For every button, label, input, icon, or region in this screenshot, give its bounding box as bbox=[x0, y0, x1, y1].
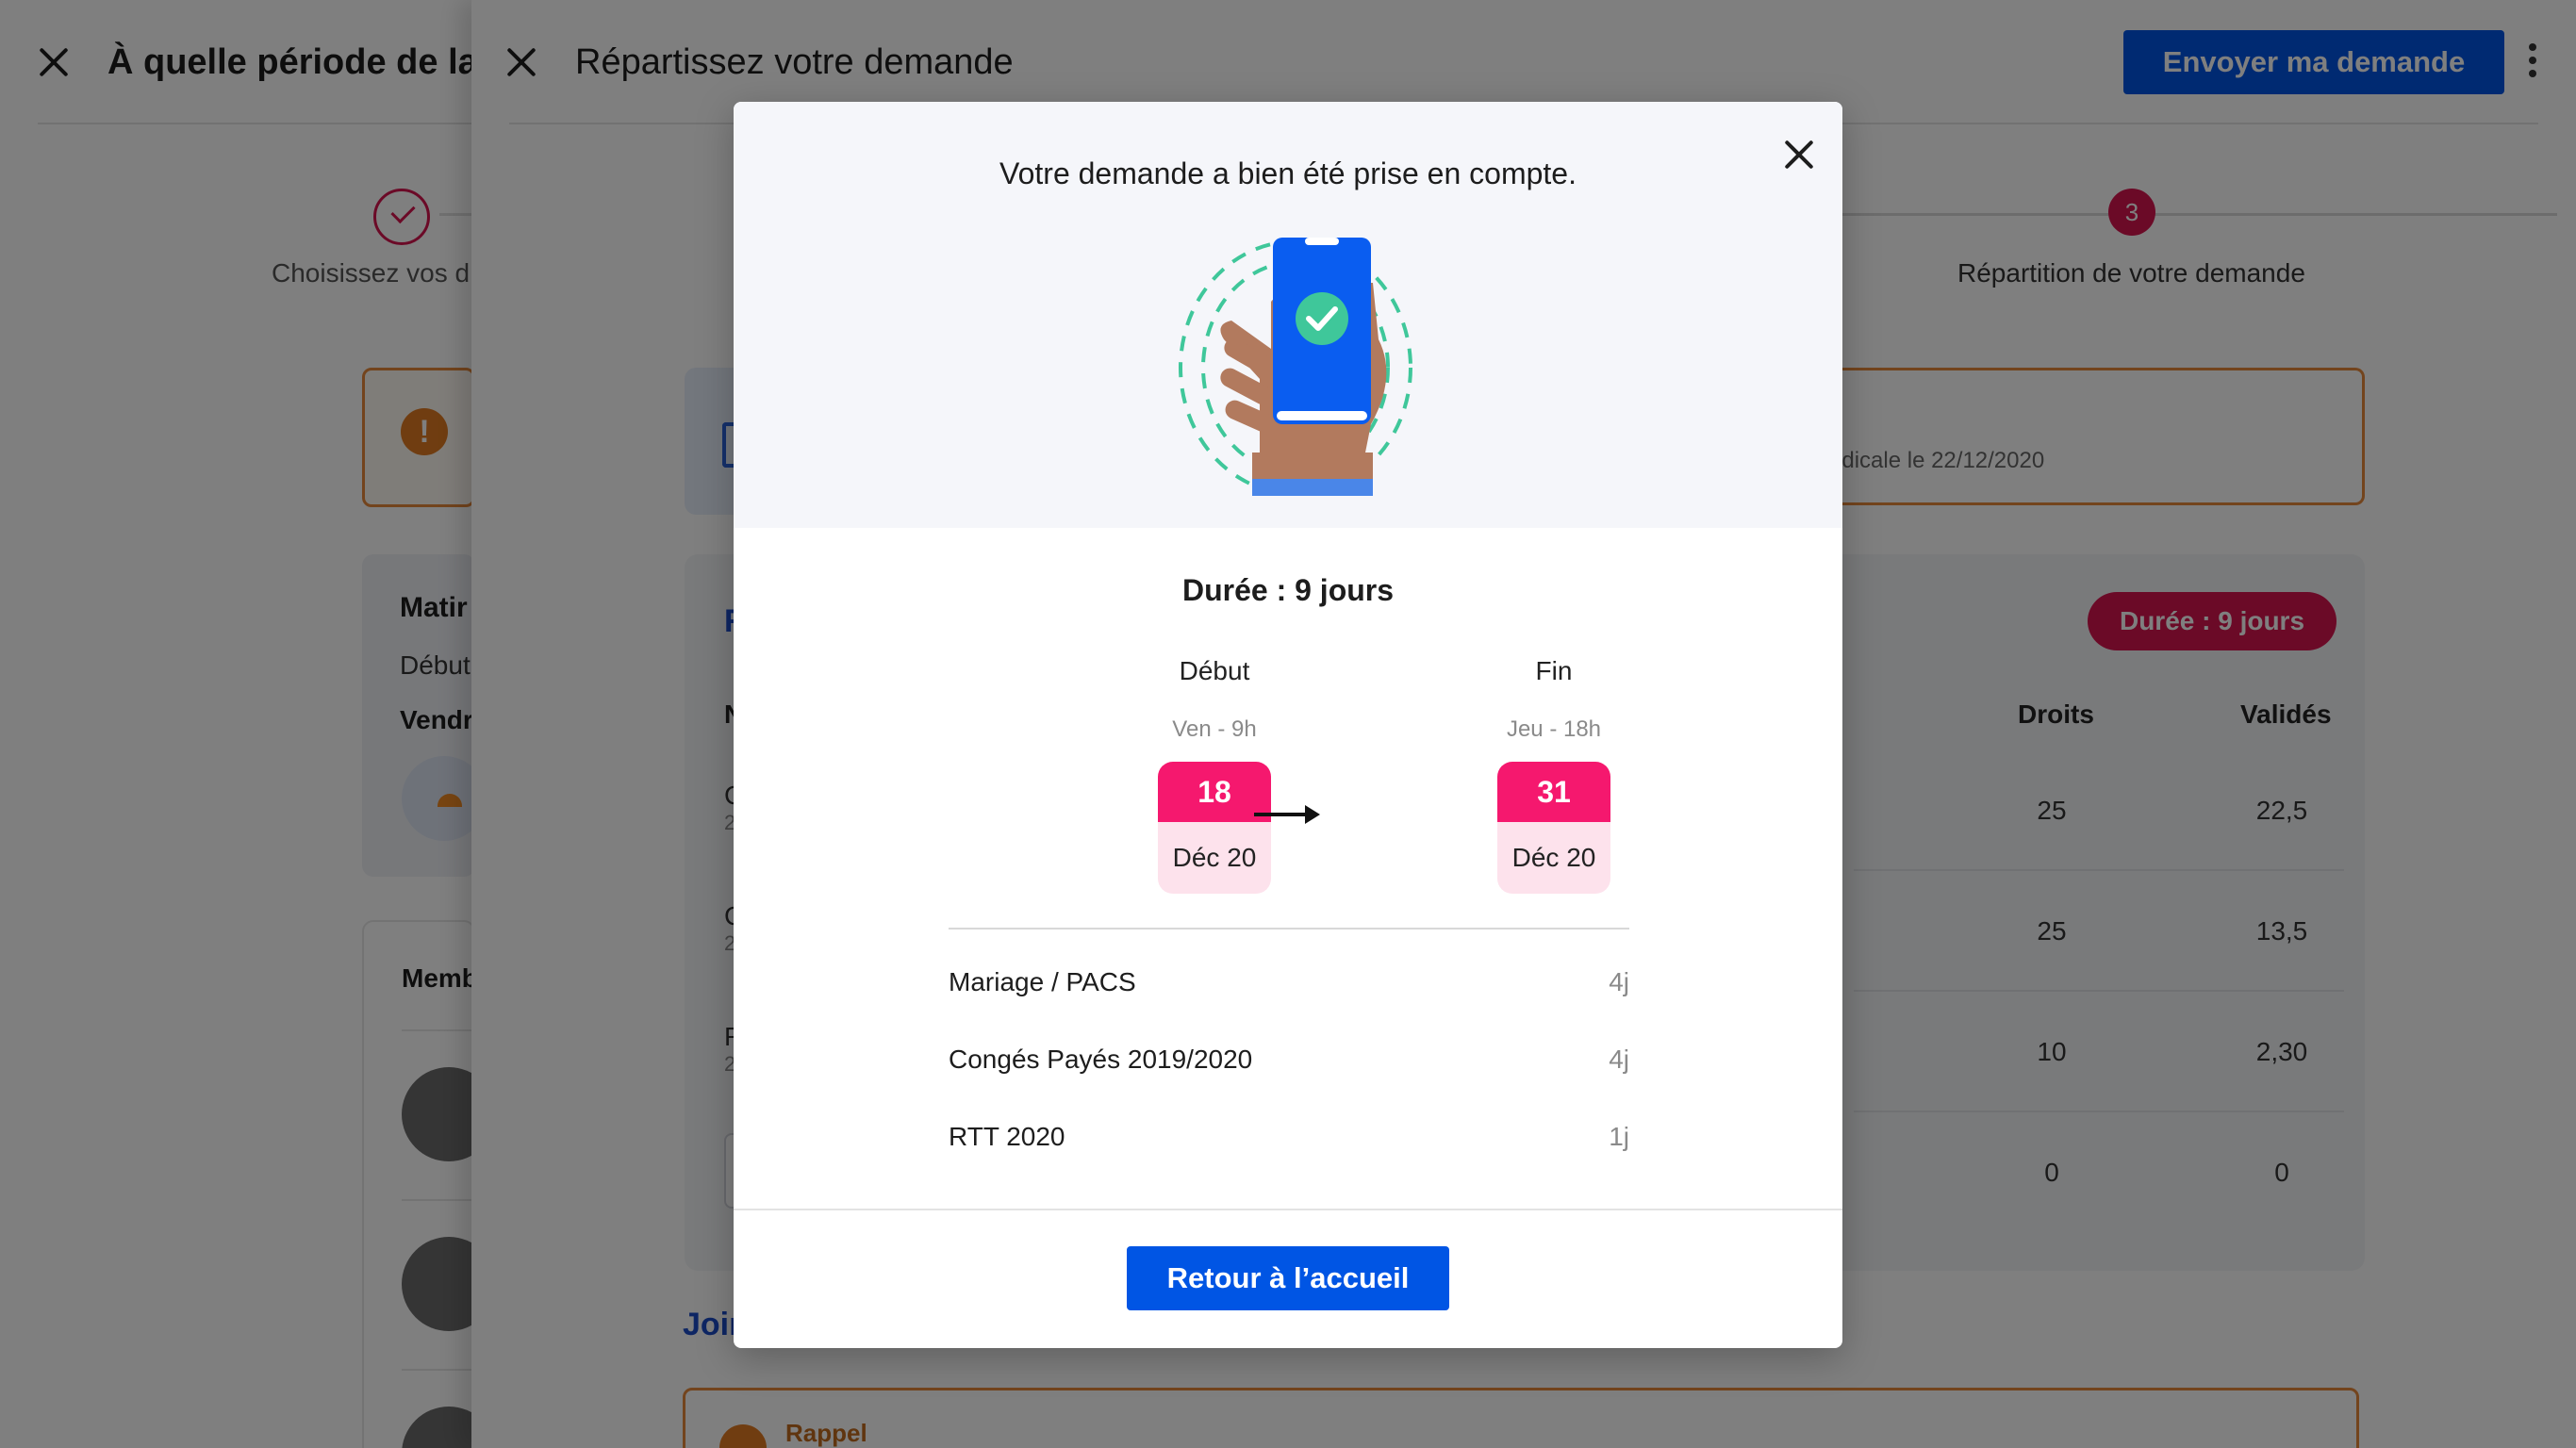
end-date-card: 31 Déc 20 bbox=[1497, 762, 1610, 894]
end-day: 31 bbox=[1497, 762, 1610, 822]
end-label: Fin bbox=[1535, 656, 1573, 685]
start-month: Déc 20 bbox=[1158, 822, 1271, 894]
leave-days: 4j bbox=[1609, 967, 1629, 996]
start-date: Début Ven - 9h 18 Déc 20 bbox=[1120, 656, 1309, 894]
divider bbox=[734, 1209, 1842, 1210]
start-time: Ven - 9h bbox=[1172, 716, 1257, 742]
back-to-home-button[interactable]: Retour à l’accueil bbox=[1127, 1246, 1449, 1310]
confirmation-modal: Votre demande a bien été prise en compte… bbox=[734, 102, 1842, 1348]
leave-type: RTT 2020 bbox=[949, 1122, 1065, 1151]
end-month: Déc 20 bbox=[1497, 822, 1610, 894]
leave-type: Congés Payés 2019/2020 bbox=[949, 1045, 1253, 1074]
start-label: Début bbox=[1179, 656, 1250, 685]
leave-days: 4j bbox=[1609, 1045, 1629, 1074]
list-item: Congés Payés 2019/2020 4j bbox=[949, 1041, 1629, 1078]
list-item: Mariage / PACS 4j bbox=[949, 963, 1629, 1001]
arrow-right-icon bbox=[1254, 805, 1320, 824]
divider bbox=[949, 928, 1629, 930]
start-date-card: 18 Déc 20 bbox=[1158, 762, 1271, 894]
leave-type: Mariage / PACS bbox=[949, 967, 1136, 996]
end-time: Jeu - 18h bbox=[1506, 716, 1602, 742]
phone-success-illustration bbox=[1179, 238, 1412, 496]
leave-days: 1j bbox=[1609, 1122, 1629, 1151]
duration-title: Durée : 9 jours bbox=[1181, 573, 1395, 607]
list-item: RTT 2020 1j bbox=[949, 1118, 1629, 1156]
end-date: Fin Jeu - 18h 31 Déc 20 bbox=[1460, 656, 1648, 894]
confirmation-message: Votre demande a bien été prise en compte… bbox=[999, 156, 1577, 190]
